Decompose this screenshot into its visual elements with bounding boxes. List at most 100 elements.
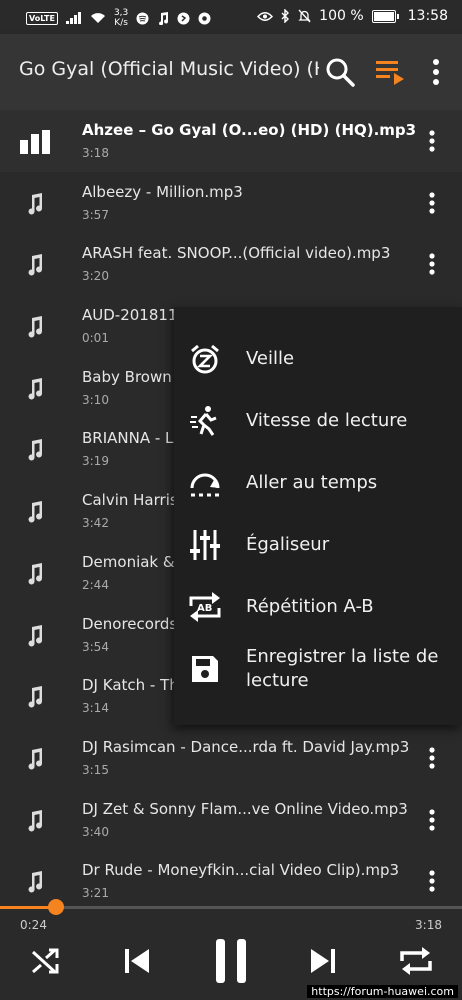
bluetooth-icon <box>281 9 290 23</box>
more-vert-icon <box>433 59 439 85</box>
more-vert-icon <box>429 808 435 831</box>
track-title: DJ Rasimcan - Dance...rda ft. David Jay.… <box>82 737 410 756</box>
track-row[interactable]: ARASH feat. SNOOP...(Official video).mp3… <box>0 233 462 295</box>
music-note-icon <box>28 254 43 276</box>
track-more-button[interactable] <box>420 866 444 896</box>
search-button[interactable] <box>322 54 358 90</box>
track-duration: 2:44 <box>82 577 109 592</box>
seek-handle[interactable] <box>47 899 64 915</box>
repeat-icon <box>400 947 432 975</box>
track-duration: 3:54 <box>82 639 109 654</box>
track-row[interactable]: Ahzee – Go Gyal (O...eo) (HD) (HQ).mp3 3:… <box>0 110 462 172</box>
player-bar: 0:24 3:18 https://forum-huawei.com <box>0 899 462 1000</box>
track-row[interactable]: Dr Rude - Moneyfkin...cial Video Clip).m… <box>0 850 462 906</box>
track-duration: 3:20 <box>82 269 109 284</box>
overflow-menu: Veille Vitesse de lecture Aller au temps Ég… <box>174 307 462 725</box>
status-bar: VoLTE 3,3 K/s 100 % 13:58 <box>0 0 462 34</box>
volte-indicator: VoLTE <box>26 11 58 25</box>
track-icon <box>20 438 50 462</box>
skip-next-icon <box>311 949 335 973</box>
sleep-timer-icon <box>191 344 219 374</box>
track-title: ARASH feat. SNOOP...(Official video).mp3 <box>82 244 391 263</box>
playback-speed-icon <box>190 406 217 436</box>
now-playing-bars-icon <box>20 130 50 154</box>
music-note-icon <box>28 316 43 338</box>
track-more-button[interactable] <box>420 188 444 218</box>
wifi-icon <box>90 13 105 23</box>
more-vert-icon <box>429 192 435 214</box>
repeat-button[interactable] <box>394 936 438 986</box>
track-title: DJ Zet & Sonny Flam...ve Online Video.mp… <box>82 799 408 818</box>
signal-icon <box>65 12 81 24</box>
next-button[interactable] <box>304 936 344 986</box>
track-duration: 3:40 <box>82 824 109 839</box>
skip-previous-icon <box>125 949 149 973</box>
music-note-icon <box>28 562 43 585</box>
track-duration: 3:14 <box>82 701 109 716</box>
track-icon <box>20 624 50 648</box>
jump-to-time-icon <box>190 473 220 497</box>
network-speed: 3,3 K/s <box>113 8 129 28</box>
track-title: Albeezy - Million.mp3 <box>82 182 243 201</box>
music-note-icon <box>28 871 43 893</box>
track-more-button[interactable] <box>420 126 444 156</box>
now-playing-title[interactable]: Go Gyal (Official Music Video) (HD) (H <box>19 58 319 80</box>
track-row[interactable]: Albeezy - Million.mp3 3:57 <box>0 172 462 234</box>
track-icon <box>20 500 50 524</box>
previous-button[interactable] <box>116 936 156 986</box>
music-note-icon <box>28 501 43 523</box>
menu-item-playback-speed[interactable]: Vitesse de lecture <box>174 389 462 451</box>
track-icon <box>20 253 50 277</box>
search-icon <box>326 58 355 87</box>
music-note-icon <box>28 192 43 215</box>
music-note-icon <box>28 747 43 770</box>
watermark: https://forum-huawei.com <box>307 985 458 998</box>
more-vert-icon <box>429 253 435 275</box>
track-row[interactable]: DJ Zet & Sonny Flam...ve Online Video.mp… <box>0 789 462 851</box>
pause-button[interactable] <box>206 936 256 986</box>
shuffle-icon <box>31 948 59 974</box>
menu-item-jump-to-time[interactable]: Aller au temps <box>174 451 462 513</box>
menu-item-save-playlist[interactable]: Enregistrer la liste de lecture <box>174 637 462 699</box>
seek-bar[interactable] <box>0 906 462 909</box>
track-icon <box>20 377 50 401</box>
track-icon <box>20 562 50 586</box>
track-icon <box>20 747 50 771</box>
track-more-button[interactable] <box>420 249 444 279</box>
menu-item-equalizer[interactable]: Égaliseur <box>174 513 462 575</box>
track-duration: 3:57 <box>82 207 109 222</box>
battery-percent: 100 % <box>319 8 364 24</box>
shuffle-button[interactable] <box>26 936 66 986</box>
more-vert-icon <box>429 747 435 769</box>
more-vert-icon <box>429 130 435 152</box>
menu-item-label: Enregistrer la liste de lecture <box>246 646 439 691</box>
shazam-icon <box>177 12 190 24</box>
menu-item-label: Égaliseur <box>246 534 330 555</box>
track-more-button[interactable] <box>420 805 444 835</box>
track-duration: 3:19 <box>82 454 109 469</box>
music-note-icon <box>28 377 43 400</box>
menu-item-ab-repeat[interactable]: AB Répétition A-B <box>174 575 462 637</box>
equalizer-icon <box>190 530 220 560</box>
track-more-button[interactable] <box>420 743 444 773</box>
track-icon <box>20 809 50 833</box>
more-options-button[interactable] <box>418 54 454 90</box>
more-vert-icon <box>429 870 435 892</box>
track-duration: 3:42 <box>82 516 109 531</box>
music-note-icon <box>28 809 43 832</box>
queue-button[interactable] <box>372 54 408 90</box>
track-icon <box>20 315 50 339</box>
track-row[interactable]: DJ Rasimcan - Dance...rda ft. David Jay.… <box>0 727 462 789</box>
battery-icon <box>371 9 399 23</box>
track-duration: 3:15 <box>82 762 109 777</box>
svg-text:AB: AB <box>197 603 212 614</box>
track-icon <box>20 130 50 154</box>
total-time: 3:18 <box>415 918 442 932</box>
menu-item-icon <box>188 652 222 686</box>
menu-item-sleep-timer[interactable]: Veille <box>174 327 462 389</box>
menu-item-label: Aller au temps <box>246 472 378 493</box>
spotify-icon <box>136 12 149 24</box>
track-title: Ahzee – Go Gyal (O...eo) (HD) (HQ).mp3 <box>82 121 417 139</box>
eye-comfort-icon <box>257 11 274 21</box>
track-duration: 3:18 <box>82 146 109 160</box>
